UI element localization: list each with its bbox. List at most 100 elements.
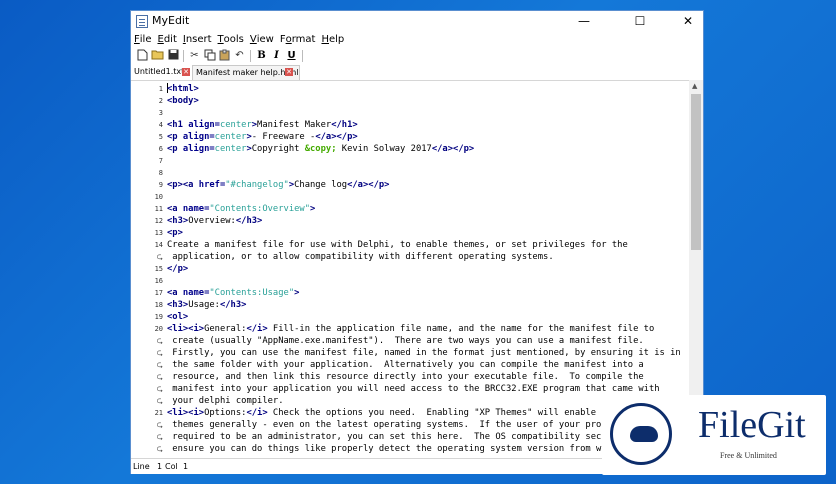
tab-label: Untitled1.txt <box>134 67 185 76</box>
menu-tools[interactable]: Tools <box>215 32 247 47</box>
tab-bar: Untitled1.txt ✕ Manifest maker help.html… <box>131 65 703 80</box>
line-number: 9 <box>158 181 163 189</box>
line-number: 8 <box>158 169 163 177</box>
editor-line: 1 <html> <box>131 83 689 95</box>
line-text: <h3>Usage:</h3> <box>167 300 247 310</box>
maximize-button[interactable]: ☐ <box>623 11 657 32</box>
underline-button[interactable]: U <box>285 49 298 62</box>
bold-button[interactable]: B <box>255 49 268 62</box>
editor-line: 3 <box>131 107 689 119</box>
line-number: 18 <box>154 301 163 309</box>
undo-icon[interactable]: ↶ <box>233 49 246 62</box>
menu-file[interactable]: File <box>131 32 154 47</box>
title-bar[interactable]: MyEdit — ☐ ✕ <box>131 11 703 32</box>
line-text: resource, and then link this resource di… <box>167 372 644 382</box>
line-number: 16 <box>154 277 163 285</box>
menu-insert[interactable]: Insert <box>180 32 215 47</box>
wrap-continuation-icon: ⮎ <box>156 444 163 453</box>
editor-line: 10 <box>131 191 689 203</box>
line-text: <html> <box>167 84 199 94</box>
line-text: <h1 align=center>Manifest Maker</h1> <box>167 120 358 130</box>
watermark-tagline: Free & Unlimited <box>720 451 777 460</box>
wrap-continuation-icon: ⮎ <box>156 252 163 261</box>
editor-line: ⮎ application, or to allow compatibility… <box>131 251 689 263</box>
menu-bar: File Edit Insert Tools View Format Help <box>131 32 703 47</box>
menu-view[interactable]: View <box>247 32 277 47</box>
editor-line: 15 </p> <box>131 263 689 275</box>
line-number: 21 <box>154 409 163 417</box>
line-number: 6 <box>158 145 163 153</box>
line-text: <body> <box>167 96 199 106</box>
line-text: <p align=center>- Freeware -</a></p> <box>167 132 358 142</box>
app-icon <box>136 15 148 28</box>
editor-line: 4 <h1 align=center>Manifest Maker</h1> <box>131 119 689 131</box>
close-button[interactable]: ✕ <box>671 11 705 32</box>
editor-line: ⮎ the same folder with your application.… <box>131 359 689 371</box>
editor-line: ⮎ create (usually "AppName.exe.manifest"… <box>131 335 689 347</box>
tab-label: Manifest maker help.html <box>196 68 299 77</box>
line-text: <p><a href="#changelog">Change log</a></… <box>167 180 390 190</box>
minimize-button[interactable]: — <box>567 11 601 32</box>
line-text: <li><i>General:</i> Fill-in the applicat… <box>167 324 655 334</box>
tab-close-icon[interactable]: ✕ <box>285 68 293 76</box>
line-text: the same folder with your application. A… <box>167 360 644 370</box>
status-col-value: 1 <box>183 462 189 471</box>
line-number: 20 <box>154 325 163 333</box>
editor-line: 11 <a name="Contents:Overview"> <box>131 203 689 215</box>
editor-line: 19 <ol> <box>131 311 689 323</box>
editor-line: 5 <p align=center>- Freeware -</a></p> <box>131 131 689 143</box>
new-file-icon[interactable] <box>136 49 149 62</box>
menu-format[interactable]: Format <box>277 32 319 47</box>
line-number: 1 <box>158 85 163 93</box>
filegit-watermark: FileGit Free & Unlimited <box>602 395 826 475</box>
line-number: 13 <box>154 229 163 237</box>
wrap-continuation-icon: ⮎ <box>156 384 163 393</box>
scrollbar-thumb[interactable] <box>691 94 701 250</box>
editor-line: 2 <body> <box>131 95 689 107</box>
wrap-continuation-icon: ⮎ <box>156 432 163 441</box>
editor-line: 16 <box>131 275 689 287</box>
wrap-continuation-icon: ⮎ <box>156 420 163 429</box>
tab-close-icon[interactable]: ✕ <box>182 68 190 76</box>
line-text: <li><i>Options:</i> Check the options yo… <box>167 408 597 418</box>
line-number: 12 <box>154 217 163 225</box>
menu-edit[interactable]: Edit <box>154 32 179 47</box>
cut-icon[interactable]: ✂ <box>188 49 201 62</box>
menu-help[interactable]: Help <box>318 32 347 47</box>
editor-line: ⮎ Firstly, you can use the manifest file… <box>131 347 689 359</box>
editor-line: 12 <h3>Overview:</h3> <box>131 215 689 227</box>
toolbar-separator <box>183 50 184 62</box>
editor-line: 7 <box>131 155 689 167</box>
paste-icon[interactable] <box>218 49 231 62</box>
copy-icon[interactable] <box>203 49 216 62</box>
editor-line: 8 <box>131 167 689 179</box>
line-number: 5 <box>158 133 163 141</box>
editor-line: ⮎ manifest into your application you wil… <box>131 383 689 395</box>
editor-line: 17 <a name="Contents:Usage"> <box>131 287 689 299</box>
line-text: <a name="Contents:Overview"> <box>167 204 316 214</box>
line-number: 17 <box>154 289 163 297</box>
line-text: <p> <box>167 228 183 238</box>
scroll-up-icon[interactable]: ▲ <box>692 82 697 90</box>
line-text: <p align=center>Copyright &copy; Kevin S… <box>167 144 475 154</box>
line-number: 10 <box>154 193 163 201</box>
save-icon[interactable] <box>167 49 180 62</box>
open-folder-icon[interactable] <box>151 49 164 62</box>
line-number: 15 <box>154 265 163 273</box>
status-line-label: Line <box>133 462 150 471</box>
line-number: 4 <box>158 121 163 129</box>
line-text: <ol> <box>167 312 189 322</box>
line-text: your delphi compiler. <box>167 396 284 406</box>
line-text: required to be an administrator, you can… <box>167 432 602 442</box>
italic-button[interactable]: I <box>270 49 283 62</box>
tab-manifest-maker-help[interactable]: Manifest maker help.html <box>192 65 300 80</box>
editor-line: 20 <li><i>General:</i> Fill-in the applic… <box>131 323 689 335</box>
filegit-logo-icon <box>610 403 672 465</box>
window-title: MyEdit <box>152 14 190 27</box>
editor-line: 14 Create a manifest file for use with De… <box>131 239 689 251</box>
line-number: 7 <box>158 157 163 165</box>
line-text: </p> <box>167 264 189 274</box>
editor-line: ⮎ resource, and then link this resource … <box>131 371 689 383</box>
line-number: 2 <box>158 97 163 105</box>
editor-line: 9 <p><a href="#changelog">Change log</a><… <box>131 179 689 191</box>
